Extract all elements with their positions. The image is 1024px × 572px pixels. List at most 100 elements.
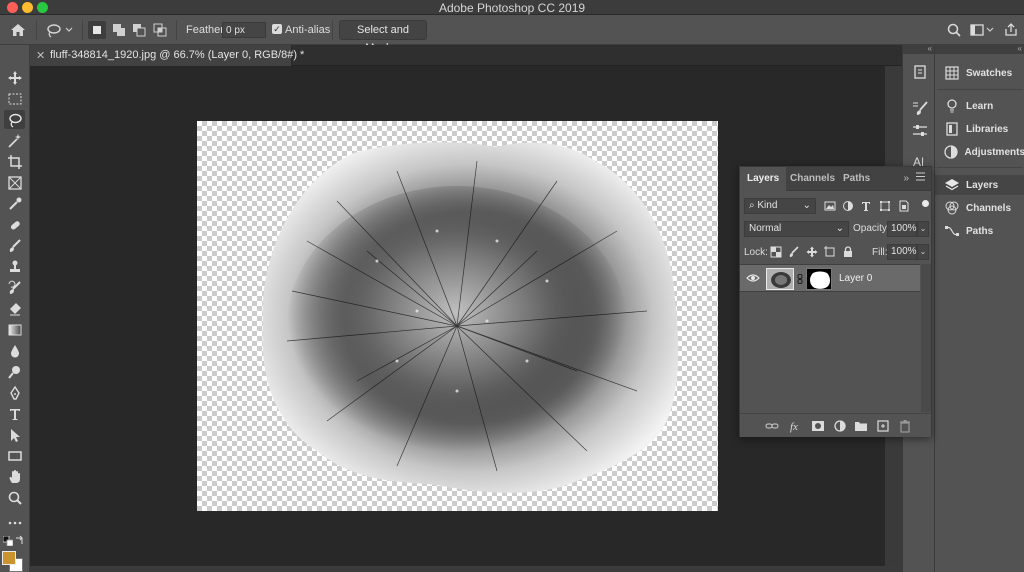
search-icon[interactable]	[946, 22, 964, 38]
intersect-selection-button[interactable]	[151, 21, 169, 39]
marquee-tool-icon[interactable]	[4, 89, 25, 108]
foreground-color-swatch[interactable]	[2, 551, 16, 565]
delete-layer-trash-icon[interactable]	[898, 419, 912, 433]
lock-label: Lock:	[744, 247, 768, 258]
more-tools-icon[interactable]	[4, 513, 25, 532]
layers-panel-footer: fx	[740, 413, 931, 437]
layer-row[interactable]: Layer 0	[740, 264, 920, 292]
panel-swatches[interactable]: Swatches	[935, 63, 1024, 83]
title-bar: Adobe Photoshop CC 2019	[0, 0, 1024, 15]
lasso-icon[interactable]	[44, 21, 76, 39]
panel-menu-icon[interactable]	[916, 172, 925, 181]
hand-tool-icon[interactable]	[4, 467, 25, 486]
status-bar	[30, 566, 902, 572]
pixel-layer-filter-icon[interactable]	[823, 199, 837, 213]
layers-panel: Layers Channels Paths » ⌕ Kind ⌄ Normal …	[739, 166, 932, 437]
type-layer-filter-icon[interactable]	[859, 199, 873, 213]
new-selection-button[interactable]	[88, 21, 106, 39]
frame-tool-icon[interactable]	[4, 173, 25, 192]
dodge-tool-icon[interactable]	[4, 362, 25, 381]
home-icon[interactable]	[8, 21, 28, 39]
layer-style-fx-icon[interactable]: fx	[789, 419, 803, 433]
subtract-from-selection-button[interactable]	[130, 21, 148, 39]
layer-mask-thumbnail[interactable]	[806, 268, 832, 290]
lock-image-pixels-icon[interactable]	[787, 245, 801, 259]
document-canvas[interactable]	[197, 121, 718, 511]
shape-layer-filter-icon[interactable]	[878, 199, 892, 213]
collapse-panels-icon[interactable]: «	[1018, 44, 1022, 53]
new-layer-icon[interactable]	[876, 419, 890, 433]
workspace-icon[interactable]	[969, 22, 995, 38]
crop-tool-icon[interactable]	[4, 152, 25, 171]
magic-wand-tool-icon[interactable]	[4, 131, 25, 150]
tab-layers[interactable]: Layers	[740, 167, 787, 191]
zoom-tool-icon[interactable]	[4, 488, 25, 507]
panel-channels[interactable]: Channels	[935, 198, 1024, 218]
dandelion-image	[262, 142, 679, 493]
layer-thumbnail[interactable]	[766, 268, 794, 290]
share-icon[interactable]	[1002, 22, 1020, 38]
panel-libraries[interactable]: Libraries	[935, 119, 1024, 139]
anti-alias-checkbox[interactable]: ✓	[272, 24, 282, 34]
layer-filter-select[interactable]: ⌕ Kind ⌄	[744, 198, 816, 214]
adjustment-layer-filter-icon[interactable]	[841, 199, 855, 213]
link-icon[interactable]	[797, 274, 803, 284]
link-layers-icon[interactable]	[765, 419, 779, 433]
rectangle-tool-icon[interactable]	[4, 446, 25, 465]
clone-stamp-tool-icon[interactable]	[4, 257, 25, 276]
tools-panel	[0, 45, 30, 572]
healing-brush-tool-icon[interactable]	[4, 215, 25, 234]
brush-tool-icon[interactable]	[4, 236, 25, 255]
collapse-dock-icon[interactable]: «	[928, 44, 932, 53]
lock-position-icon[interactable]	[805, 245, 819, 259]
add-mask-icon[interactable]	[811, 419, 825, 433]
options-separator	[82, 20, 83, 40]
layers-scrollbar[interactable]	[921, 264, 931, 412]
panel-learn[interactable]: Learn	[935, 96, 1024, 116]
document-tab[interactable]: ✕ fluff-348814_1920.jpg @ 66.7% (Layer 0…	[30, 45, 304, 66]
swap-colors-icon[interactable]	[15, 535, 25, 545]
tab-paths[interactable]: Paths	[836, 167, 877, 191]
feather-input[interactable]	[222, 22, 266, 38]
brush-settings-icon[interactable]	[910, 99, 930, 117]
panel-adjustments[interactable]: Adjustments	[935, 142, 1024, 162]
fill-dropdown-button[interactable]: ⌄	[917, 244, 929, 260]
new-adjustment-layer-icon[interactable]	[833, 419, 847, 433]
eyedropper-tool-icon[interactable]	[4, 194, 25, 213]
type-tool-icon[interactable]	[4, 404, 25, 423]
layer-name[interactable]: Layer 0	[839, 273, 872, 284]
tab-channels[interactable]: Channels	[783, 167, 842, 191]
lock-all-icon[interactable]	[841, 245, 855, 259]
panel-layers[interactable]: Layers	[935, 175, 1024, 195]
panel-expand-icon[interactable]: »	[903, 173, 909, 184]
opacity-dropdown-button[interactable]: ⌄	[917, 221, 929, 237]
fill-input[interactable]: 100%	[887, 244, 917, 260]
path-selection-tool-icon[interactable]	[4, 425, 25, 444]
eraser-tool-icon[interactable]	[4, 299, 25, 318]
panel-paths[interactable]: Paths	[935, 221, 1024, 241]
filter-toggle-icon[interactable]	[922, 200, 929, 207]
pen-tool-icon[interactable]	[4, 383, 25, 402]
new-group-folder-icon[interactable]	[854, 419, 868, 433]
close-tab-icon[interactable]: ✕	[36, 49, 45, 62]
search-icon: ⌕	[749, 200, 755, 211]
gradient-tool-icon[interactable]	[4, 320, 25, 339]
blend-mode-select[interactable]: Normal ⌄	[744, 221, 849, 237]
blur-tool-icon[interactable]	[4, 341, 25, 360]
options-separator	[332, 20, 333, 40]
add-to-selection-button[interactable]	[110, 21, 128, 39]
history-panel-icon[interactable]	[910, 63, 930, 81]
default-colors-icon[interactable]	[2, 535, 14, 547]
panel-group-divider	[937, 89, 1023, 90]
lasso-tool-icon[interactable]	[4, 110, 25, 129]
select-and-mask-button[interactable]: Select and Mask...	[339, 20, 427, 54]
move-tool-icon[interactable]	[4, 68, 25, 87]
lock-artboard-icon[interactable]	[823, 245, 837, 259]
lock-transparent-pixels-icon[interactable]	[769, 245, 783, 259]
properties-panel-icon[interactable]	[910, 122, 930, 140]
history-brush-tool-icon[interactable]	[4, 278, 25, 297]
opacity-input[interactable]: 100%	[887, 221, 917, 237]
chevron-down-icon: ⌄	[802, 200, 811, 211]
smart-object-filter-icon[interactable]	[897, 199, 911, 213]
visibility-eye-icon[interactable]	[746, 273, 760, 283]
